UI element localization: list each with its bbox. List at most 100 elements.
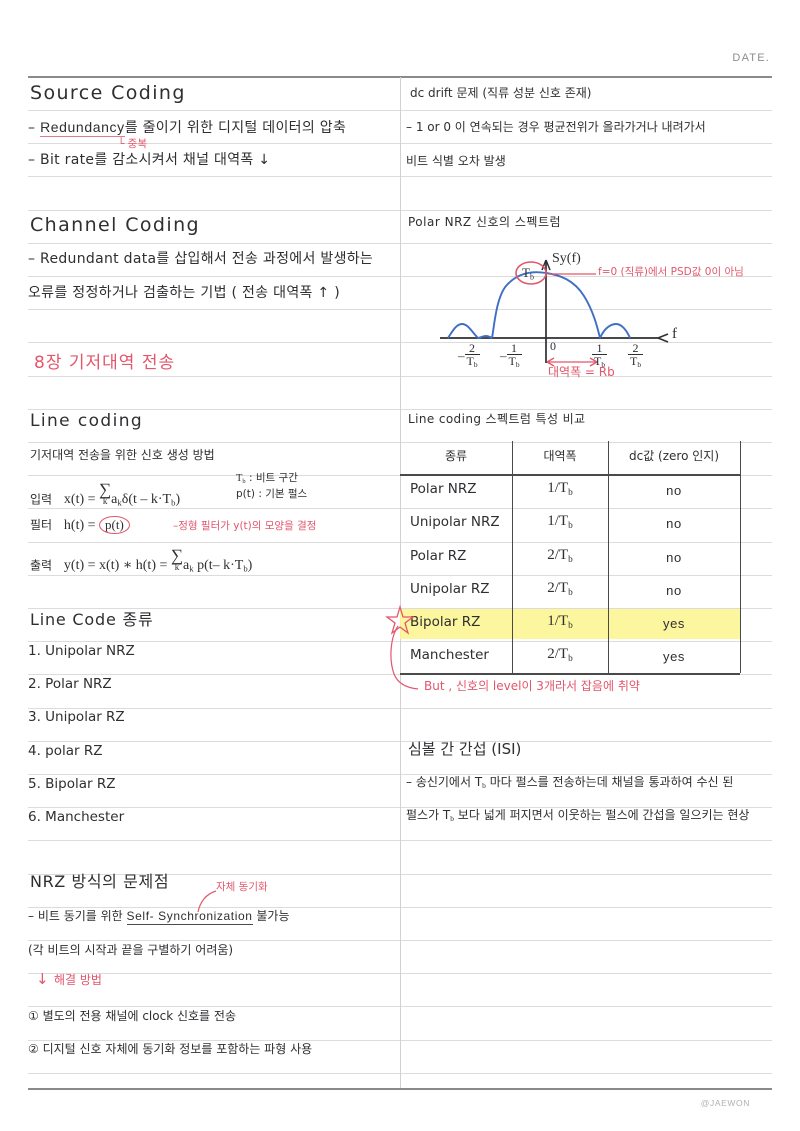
- bandwidth-numerator: 1/: [547, 613, 559, 629]
- table-row-dc-value: yes: [662, 616, 686, 631]
- tick-numerator: 2: [632, 341, 639, 355]
- table-vertical-rule: [740, 441, 742, 674]
- spectrum-side-lobe-left-outer: [447, 323, 479, 339]
- filter-red-note: –정형 필터가 y(t)의 모양을 결정: [173, 520, 317, 532]
- isi-line2-a: 펄스가 T: [406, 808, 451, 822]
- source-coding-line1-suffix: 를 줄이기 위한 디지털 데이터의 압축: [124, 120, 347, 136]
- spectrum-tick-label: –1 Tb: [500, 342, 522, 369]
- line-code-item: 6. Manchester: [28, 809, 125, 825]
- line-coding-title: Line coding: [30, 411, 144, 431]
- x-axis-arrow: [657, 333, 669, 343]
- table-row-dc-value: no: [666, 516, 682, 532]
- bandwidth-numerator: 1/: [547, 480, 559, 497]
- callout-leader-line: [390, 625, 419, 690]
- table-row-bandwidth: 1/Tb: [547, 481, 573, 498]
- line-coding-input-equation: 입력 x(t) = ∑ k akδ(t – k·Tb): [30, 480, 181, 508]
- note-pt: p(t) : 기본 펄스: [236, 488, 308, 500]
- tick-numerator: 1: [596, 341, 603, 355]
- tick-denominator: Tb: [506, 354, 522, 370]
- bipolar-rz-note: But , 신호의 level이 3개라서 잡음에 취약: [424, 679, 640, 693]
- table-row-bandwidth: 2/Tb: [547, 647, 573, 664]
- table-row-name: Polar RZ: [410, 547, 467, 564]
- channel-coding-line2: 오류를 정정하거나 검출하는 기법 ( 전송 대역폭 ↑ ): [28, 285, 340, 301]
- filter-pt-circled: p(t): [99, 516, 130, 534]
- spectrum-peak-label: Tb: [522, 265, 534, 282]
- nrz-line1-prefix: – 비트 동기를 위한: [28, 909, 127, 923]
- output-eq-pulse: p(t– k·T: [193, 558, 244, 574]
- bandwidth-annotation: 대역폭 = Rb: [548, 365, 615, 379]
- table-caption: Line coding 스펙트럼 특성 비교: [408, 412, 586, 426]
- isi-line2-b: 보다 넓게 퍼지면서 이웃하는 펄스에 간섭을 일으키는 현상: [453, 808, 750, 822]
- line-code-item: 2. Polar NRZ: [28, 676, 112, 693]
- nrz-problem-title: NRZ 방식의 문제점: [30, 872, 170, 891]
- spectrum-y-label: Sy(f): [552, 251, 581, 266]
- solution-label: 해결 방법: [54, 973, 102, 987]
- spectrum-origin-label: 0: [550, 339, 556, 353]
- isi-line1-b: 마다 펄스를 전송하는데 채널을 통과하여 수신 된: [485, 775, 734, 789]
- spectrum-side-lobe-right: [599, 323, 631, 339]
- bandwidth-denominator: Tb: [558, 546, 573, 565]
- nrz-line1-suffix: 불가능: [252, 909, 290, 923]
- table-column-header: 대역폭: [543, 449, 577, 463]
- psd-annotation: f=0 (직류)에서 PSD값 0이 아님: [598, 266, 744, 278]
- dc-drift-title: dc drift 문제 (직류 성분 신호 존재): [410, 86, 592, 100]
- input-eq-delta-close: ): [175, 492, 181, 508]
- spectrum-tick-label: –2 Tb: [458, 342, 480, 369]
- column-divider: [400, 77, 401, 1088]
- input-label: 입력: [30, 492, 53, 507]
- output-eq-part-a: y(t) = x(t) ∗ h(t) =: [63, 558, 171, 574]
- table-row-bandwidth: 2/Tb: [547, 579, 573, 598]
- output-eq-pulse-close: ): [247, 558, 253, 574]
- line-code-item: 3. Unipolar RZ: [28, 709, 125, 726]
- date-label: DATE.: [732, 52, 770, 64]
- table-row-name: Unipolar NRZ: [410, 514, 500, 531]
- table-row-bandwidth: 1/Tb: [547, 514, 573, 531]
- tick-numerator: 2: [469, 341, 476, 355]
- isi-line1-a: – 송신기에서 T: [406, 775, 483, 789]
- spectrum-x-label: f: [672, 326, 677, 342]
- note-tb: Tb : 비트 구간: [236, 473, 298, 485]
- table-row-dc-value: no: [666, 582, 682, 598]
- table-row-name: Unipolar RZ: [410, 580, 490, 597]
- nrz-problem-line2: (각 비트의 시작과 끝을 구별하기 어려움): [28, 943, 234, 957]
- table-horizontal-rule: [400, 474, 740, 476]
- source-coding-line2: – Bit rate를 감소시켜서 채널 대역폭 ↓: [28, 152, 271, 168]
- table-vertical-rule: [608, 441, 610, 674]
- output-label: 출력: [30, 558, 53, 573]
- redundancy-term: Redundancy: [40, 119, 125, 137]
- sum-symbol: ∑: [99, 480, 112, 499]
- line-coding-filter-equation: 필터 h(t) = p(t): [30, 516, 130, 534]
- bandwidth-denominator: Tb: [558, 480, 573, 498]
- filter-label: 필터: [30, 518, 53, 532]
- nrz-solution-item-2: ② 디지털 신호 자체에 동기화 정보를 포함하는 파형 사용: [28, 1042, 313, 1056]
- source-coding-title: Source Coding: [30, 82, 186, 104]
- table-row-name: Polar NRZ: [410, 481, 477, 498]
- isi-line2: 펄스가 Tb 보다 넓게 퍼지면서 이웃하는 펄스에 간섭을 일으키는 현상: [406, 809, 749, 823]
- self-sync-leader-line: [197, 890, 217, 913]
- line-code-item: 4. polar RZ: [28, 742, 103, 759]
- filter-eq: h(t) =: [63, 518, 100, 533]
- spectrum-tick-label: 2 Tb: [628, 341, 644, 370]
- bandwidth-numerator: 2/: [547, 579, 559, 596]
- source-coding-line1-prefix: –: [28, 120, 41, 136]
- chapter-banner: 8장 기저대역 전송: [34, 353, 176, 373]
- table-row-dc-value: no: [666, 483, 682, 499]
- source-coding-line1: – Redundancy를 줄이기 위한 디지털 데이터의 압축: [28, 119, 347, 137]
- dc-drift-line2: 비트 식별 오차 발생: [406, 154, 506, 168]
- nrz-problem-line1: – 비트 동기를 위한 Self- Synchronization 불가능: [28, 909, 290, 925]
- line-coding-subtitle: 기저대역 전송을 위한 신호 생성 방법: [30, 448, 215, 462]
- table-row-bandwidth: 1/Tb: [547, 614, 573, 631]
- table-horizontal-rule: [400, 673, 740, 675]
- spectrum-title: Polar NRZ 신호의 스펙트럼: [408, 215, 562, 229]
- isi-line1: – 송신기에서 Tb 마다 펄스를 전송하는데 채널을 통과하여 수신 된: [406, 776, 733, 790]
- line-code-item: 1. Unipolar NRZ: [28, 643, 135, 659]
- tick-denominator: Tb: [628, 354, 644, 370]
- line-code-list-title: Line Code 종류: [30, 610, 154, 629]
- output-sum-symbol: ∑: [170, 546, 183, 565]
- self-synchronization-term: Self- Synchronization: [126, 909, 253, 925]
- table-row-dc-value: yes: [662, 649, 686, 665]
- table-vertical-rule: [512, 441, 514, 674]
- table-row-bandwidth: 2/Tb: [547, 546, 573, 565]
- table-column-header: dc값 (zero 인지): [628, 449, 720, 463]
- bandwidth-denominator: Tb: [558, 513, 573, 532]
